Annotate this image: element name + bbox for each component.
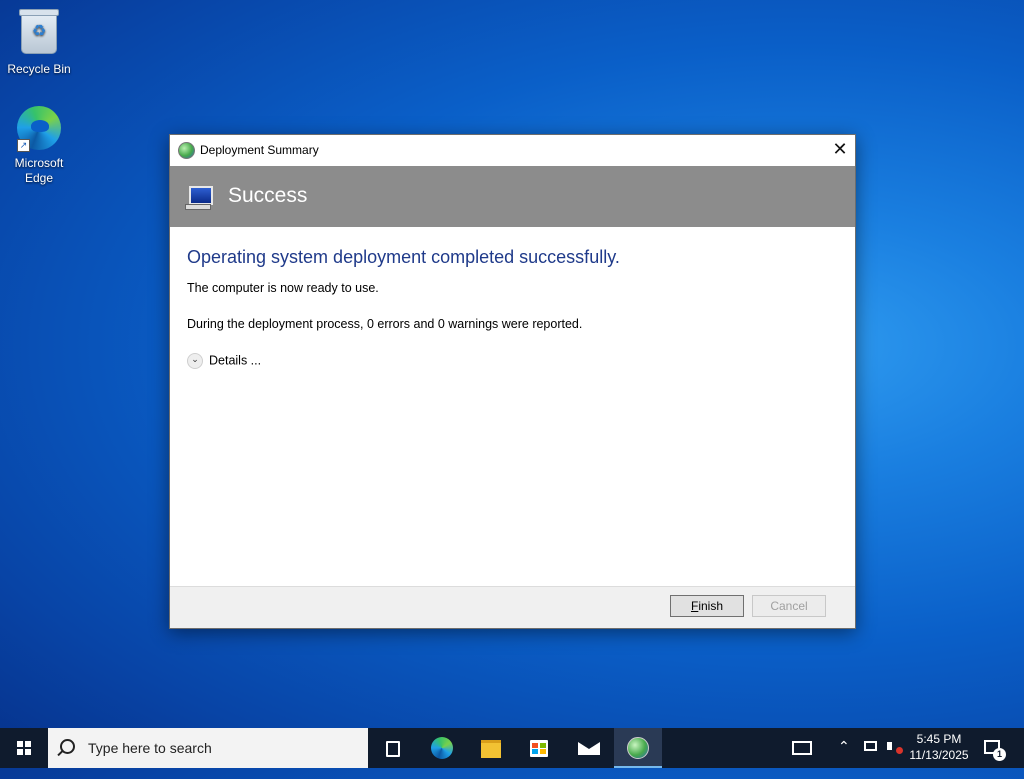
clock-date: 11/13/2025 — [909, 748, 969, 762]
start-button[interactable] — [0, 728, 48, 768]
cancel-button: Cancel — [752, 595, 826, 617]
volume-button[interactable] — [885, 728, 905, 768]
desktop-icon-label: Recycle Bin — [7, 62, 71, 76]
notification-count-badge: 1 — [993, 748, 1006, 761]
search-icon — [60, 739, 75, 754]
taskbar-clock[interactable]: 5:45 PM 11/13/2025 — [904, 731, 974, 763]
taskbar-mail-button[interactable] — [565, 728, 613, 768]
desktop-icon-microsoft-edge[interactable]: ↗ Microsoft Edge — [2, 104, 76, 186]
dialog-title: Deployment Summary — [200, 143, 319, 157]
details-label: Details ... — [209, 353, 262, 368]
banner-title: Success — [228, 184, 308, 207]
speaker-muted-icon — [887, 742, 892, 750]
dialog-titlebar[interactable]: Deployment Summary ✕ — [170, 135, 855, 166]
network-button[interactable] — [862, 728, 882, 768]
recycle-bin-icon: ♻ — [15, 9, 63, 60]
summary-heading: Operating system deployment completed su… — [187, 247, 620, 267]
taskbar-deployment-button[interactable] — [614, 728, 662, 768]
store-icon — [530, 740, 548, 757]
taskbar: Type here to search ⌃ 5:45 PM 11/13/2025… — [0, 728, 1024, 768]
chevron-down-icon: ⌄ — [187, 353, 203, 369]
desktop-icon-label: Microsoft Edge — [14, 156, 64, 185]
deployment-globe-icon — [178, 142, 195, 159]
deployment-app-icon — [627, 737, 649, 759]
task-view-icon — [386, 741, 400, 757]
close-button[interactable]: ✕ — [825, 135, 855, 166]
ready-message: The computer is now ready to use. — [187, 281, 379, 295]
status-banner: Success — [170, 166, 855, 227]
news-icon — [792, 741, 812, 755]
finish-label: inish — [698, 599, 724, 613]
finish-button[interactable]: Finish — [670, 595, 744, 617]
report-message: During the deployment process, 0 errors … — [187, 317, 583, 331]
taskbar-edge-button[interactable] — [418, 728, 466, 768]
computer-icon — [183, 186, 213, 210]
taskbar-search-box[interactable]: Type here to search — [48, 728, 368, 768]
windows-logo-icon — [17, 741, 23, 747]
show-hidden-icons-button[interactable]: ⌃ — [838, 739, 850, 779]
notification-center-button[interactable]: 1 — [982, 728, 1008, 768]
dialog-footer: Finish Cancel — [170, 586, 855, 628]
deployment-summary-dialog: Deployment Summary ✕ Success Operating s… — [169, 134, 856, 629]
mail-icon — [578, 742, 600, 755]
taskbar-file-explorer-button[interactable] — [467, 728, 515, 768]
file-explorer-icon — [481, 740, 501, 758]
edge-icon: ↗ — [15, 106, 63, 154]
taskbar-store-button[interactable] — [515, 728, 563, 768]
desktop-icon-recycle-bin[interactable]: ♻ Recycle Bin — [2, 8, 76, 77]
search-placeholder: Type here to search — [88, 740, 212, 756]
task-view-button[interactable] — [368, 728, 416, 768]
edge-icon — [431, 737, 453, 759]
details-expander[interactable]: ⌄ Details ... — [187, 353, 261, 369]
network-icon — [864, 741, 877, 751]
news-widget-button[interactable] — [790, 728, 816, 768]
clock-time: 5:45 PM — [916, 732, 962, 746]
